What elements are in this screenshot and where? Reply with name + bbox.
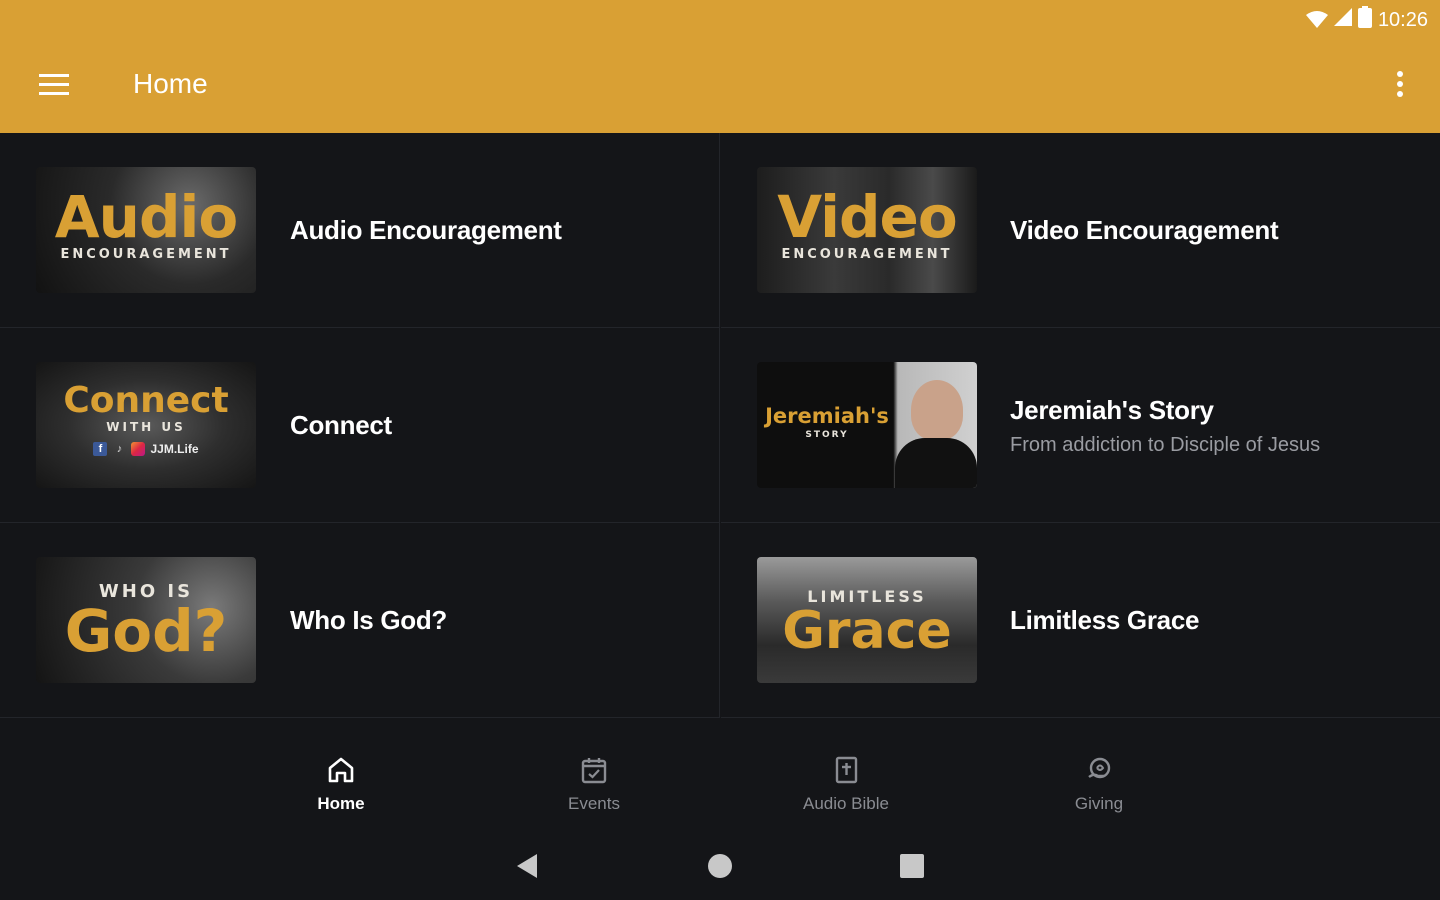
list-item-who-is-god[interactable]: WHO IS God? Who Is God? [0,523,720,718]
page-title: Home [133,68,208,99]
app-bar: 10:26 Home [0,0,1440,133]
list-item-limitless-grace[interactable]: LIMITLESS Grace Limitless Grace [721,523,1440,718]
person-photo [911,380,963,440]
more-vert-icon [1397,70,1403,102]
nav-label: Giving [1074,794,1124,813]
nav-label: Events [568,794,620,813]
list-item-audio-encouragement[interactable]: Audio ENCOURAGEMENT Audio Encouragement [0,133,720,328]
giving-icon [1084,755,1114,790]
home-icon [326,755,356,790]
more-options-button[interactable] [1388,66,1412,106]
item-title: Limitless Grace [1010,605,1200,635]
podcast-icon: ♪ [116,443,123,455]
bible-icon [831,755,861,790]
list-item-connect[interactable]: Connect WITH US f ♪ JJM.Life Connect [0,328,720,523]
who-is-god-thumbnail: WHO IS God? [36,557,256,683]
item-title: Who Is God? [290,605,448,635]
list-item-jeremiahs-story[interactable]: Jeremiah's STORY Jeremiah's Story From a… [721,328,1440,523]
nav-label: Home [317,794,365,813]
system-nav-bar [0,836,1440,900]
social-handle: JJM.Life [150,442,199,456]
signal-icon [1333,8,1352,32]
item-title: Audio Encouragement [290,215,562,245]
item-title: Jeremiah's Story [1010,394,1214,425]
jeremiahs-story-thumbnail: Jeremiah's STORY [757,362,977,488]
limitless-grace-thumbnail: LIMITLESS Grace [757,557,977,683]
wifi-icon [1305,11,1328,29]
back-triangle-icon [515,853,539,884]
calendar-icon [579,755,609,790]
content-grid: Audio ENCOURAGEMENT Audio Encouragement … [0,133,1440,718]
video-encouragement-thumbnail: Video ENCOURAGEMENT [757,167,977,293]
recents-square-icon [900,853,924,883]
home-system-button[interactable] [702,850,738,886]
nav-label: Audio Bible [802,794,889,813]
back-button[interactable] [509,850,545,886]
nav-audio-bible[interactable]: Audio Bible [776,755,916,814]
audio-encouragement-thumbnail: Audio ENCOURAGEMENT [36,167,256,293]
status-time: 10:26 [1377,8,1428,31]
battery-icon [1357,6,1372,34]
item-title: Video Encouragement [1010,215,1279,245]
nav-giving[interactable]: Giving [1029,755,1169,814]
menu-button[interactable] [30,66,78,106]
bottom-navigation: Home Events Audio Bible Giving [0,745,1440,825]
nav-events[interactable]: Events [524,755,664,814]
nav-home[interactable]: Home [271,755,411,814]
facebook-icon: f [93,442,108,456]
hamburger-icon [39,73,69,100]
recents-button[interactable] [894,850,930,886]
connect-thumbnail: Connect WITH US f ♪ JJM.Life [36,362,256,488]
list-item-video-encouragement[interactable]: Video ENCOURAGEMENT Video Encouragement [721,133,1440,328]
home-circle-icon [707,853,733,884]
item-title: Connect [290,410,392,440]
status-bar: 10:26 [1305,6,1428,34]
instagram-icon [131,442,146,456]
item-subtitle: From addiction to Disciple of Jesus [1010,433,1321,456]
